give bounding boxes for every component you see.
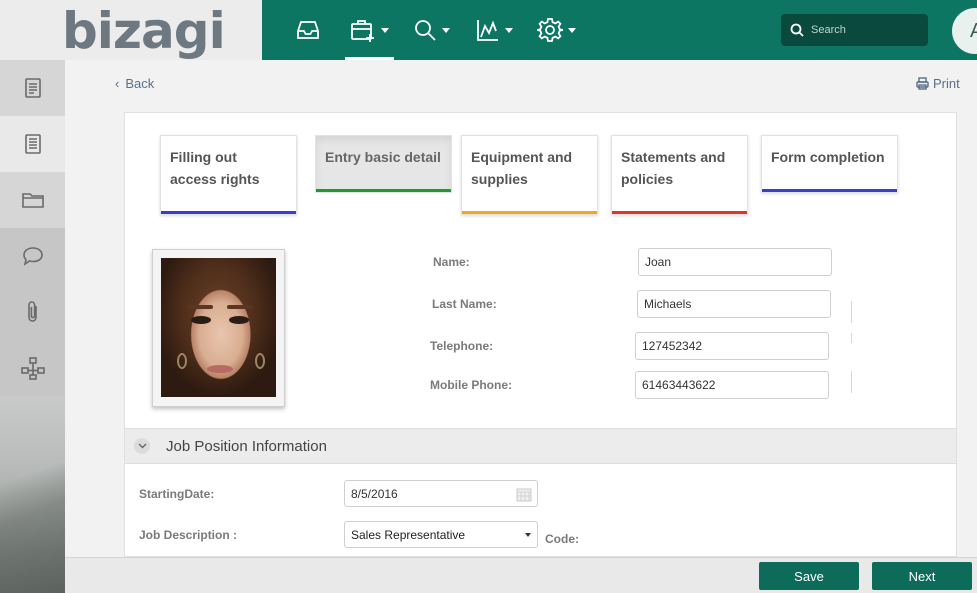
sidebar-item-process[interactable] (0, 340, 65, 396)
step-filling-out-access-rights[interactable]: Filling out access rights (160, 135, 297, 215)
step-label: Form completion (771, 149, 885, 165)
step-label: Statements and policies (621, 149, 726, 187)
job-description-label: Job Description : (139, 528, 238, 542)
employee-photo (161, 258, 276, 397)
top-navigation-bar: A (262, 0, 977, 60)
name-label: Name: (433, 255, 470, 269)
sidebar-background-photo (0, 396, 65, 593)
search-menu-icon[interactable] (413, 14, 450, 46)
sidebar-item-document[interactable] (0, 60, 65, 116)
code-label: Code: (545, 532, 579, 546)
step-label: Filling out access rights (170, 149, 260, 187)
section-title: Job Position Information (166, 437, 327, 455)
next-button[interactable]: Next (872, 562, 972, 590)
search-input[interactable] (811, 24, 911, 36)
gear-icon[interactable] (537, 14, 576, 46)
chevron-down-icon (505, 27, 513, 33)
step-color-bar (161, 211, 296, 214)
starting-date-label: StartingDate: (139, 487, 215, 501)
step-label: Equipment and supplies (471, 149, 573, 187)
inbox-icon[interactable] (295, 14, 321, 46)
sidebar-item-attachments[interactable] (0, 284, 65, 340)
search-box[interactable] (781, 14, 928, 46)
chart-icon[interactable] (476, 14, 513, 46)
chevron-left-icon: ‹ (115, 76, 120, 91)
job-description-value: Sales Representative (351, 527, 466, 542)
telephone-field[interactable]: 127452342 (635, 332, 829, 360)
name-field[interactable]: Joan (638, 248, 832, 276)
document-icon (24, 78, 41, 98)
print-link[interactable]: Print (916, 76, 960, 91)
step-label: Entry basic detail (325, 149, 441, 165)
form-panel: Filling out access rights Entry basic de… (124, 112, 957, 557)
user-avatar[interactable]: A (952, 8, 977, 54)
sidebar-item-folder[interactable] (0, 172, 65, 228)
last-name-label: Last Name: (432, 297, 497, 311)
starting-date-value: 8/5/2016 (351, 486, 398, 501)
attachment-icon (27, 301, 37, 322)
folder-icon (21, 193, 44, 208)
chevron-down-icon (442, 27, 450, 33)
sidebar-item-comments[interactable] (0, 228, 65, 284)
job-position-section-header[interactable]: Job Position Information (125, 428, 956, 464)
employee-photo-frame[interactable] (152, 249, 285, 407)
step-statements-and-policies[interactable]: Statements and policies (611, 135, 748, 215)
search-icon (790, 23, 804, 37)
printer-icon (916, 77, 929, 90)
left-sidebar (0, 60, 65, 593)
back-link[interactable]: ‹ Back (115, 76, 154, 91)
starting-date-field[interactable]: 8/5/2016 (344, 480, 538, 507)
main-content: ‹ Back Print Filling out access rights E… (65, 60, 977, 557)
comment-icon (22, 247, 43, 266)
chevron-down-icon (568, 27, 576, 33)
action-footer: Save Next (65, 557, 977, 593)
step-color-bar (462, 211, 597, 214)
last-name-field[interactable]: Michaels (637, 290, 831, 318)
mobile-phone-field[interactable]: 61463443622 (635, 371, 829, 399)
document-list-icon (24, 134, 41, 154)
step-color-bar (762, 189, 897, 192)
back-label: Back (125, 76, 155, 91)
process-icon (20, 357, 45, 380)
bizagi-logo: bizagi (62, 2, 226, 60)
step-color-bar (316, 189, 451, 192)
telephone-label: Telephone: (430, 339, 494, 353)
sidebar-item-document-list[interactable] (0, 116, 65, 172)
chevron-down-icon[interactable] (134, 438, 150, 454)
logo-area: bizagi (0, 0, 262, 60)
dropdown-caret-icon (525, 533, 531, 537)
mobile-phone-label: Mobile Phone: (430, 378, 512, 392)
job-description-select[interactable]: Sales Representative (344, 521, 538, 548)
calendar-icon[interactable] (516, 487, 532, 502)
new-case-icon[interactable] (350, 14, 389, 46)
step-entry-basic-detail[interactable]: Entry basic detail (315, 135, 452, 193)
chevron-down-icon (381, 27, 389, 33)
step-form-completion[interactable]: Form completion (761, 135, 898, 193)
print-label: Print (933, 76, 960, 91)
save-button[interactable]: Save (759, 562, 859, 590)
step-color-bar (612, 211, 747, 214)
step-equipment-and-supplies[interactable]: Equipment and supplies (461, 135, 598, 215)
